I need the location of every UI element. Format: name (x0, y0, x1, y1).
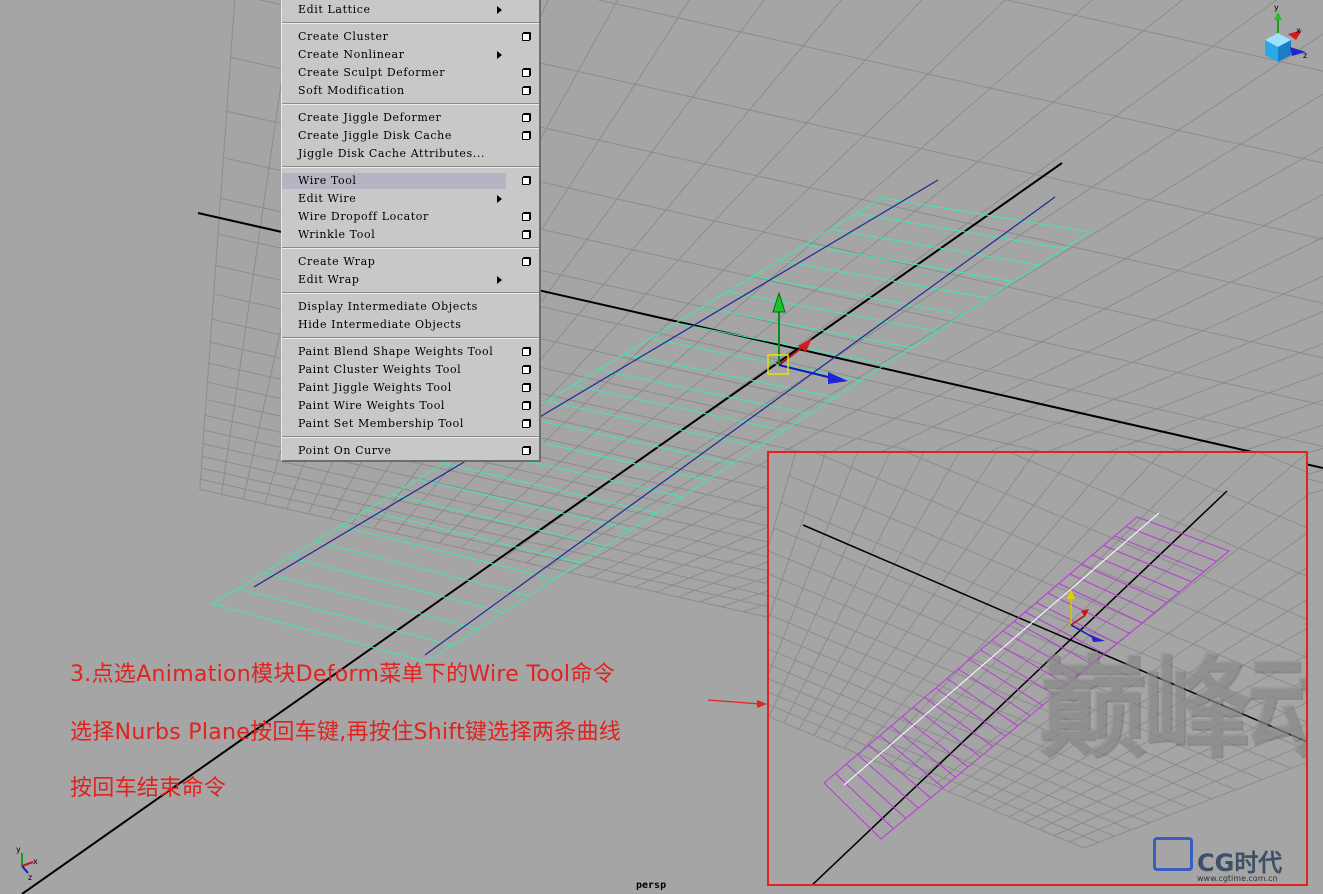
menu-item-point-on-curve[interactable]: Point On Curve (282, 443, 506, 459)
plane-span-line (834, 773, 894, 830)
menu-item-create-cluster[interactable]: Create Cluster (282, 29, 506, 45)
plane-span-line (856, 213, 1065, 250)
plane-span-line (237, 587, 453, 646)
option-box-icon[interactable] (522, 33, 530, 41)
grid-line (933, 453, 1308, 463)
option-box-icon[interactable] (522, 420, 530, 428)
instruction-line-2: 选择Nurbs Plane按回车键,再按住Shift键选择两条曲线 (70, 720, 622, 745)
plane-span-line (913, 706, 981, 758)
option-box-icon[interactable] (522, 447, 530, 455)
grid-line (863, 453, 1308, 592)
option-box-icon[interactable] (522, 258, 530, 266)
plane-span-line (969, 659, 1043, 706)
menu-separator (282, 22, 539, 24)
option-box-icon[interactable] (522, 348, 530, 356)
option-box-icon[interactable] (522, 87, 530, 95)
menu-item-paint-jiggle-weights-tool[interactable]: Paint Jiggle Weights Tool (282, 380, 506, 396)
option-box-icon[interactable] (522, 69, 530, 77)
plane-span-line (778, 259, 989, 299)
menu-item-jiggle-disk-cache-attributes[interactable]: Jiggle Disk Cache Attributes... (282, 146, 506, 162)
plane-span-line (263, 572, 479, 630)
menu-item-paint-blend-shape-weights-tool[interactable]: Paint Blend Shape Weights Tool (282, 344, 506, 360)
plane-span-line (1069, 573, 1155, 614)
menu-separator (282, 166, 539, 168)
grid-line (1259, 453, 1306, 473)
svg-text:y: y (1274, 3, 1279, 12)
plane-span-line (366, 509, 581, 564)
option-box-icon[interactable] (522, 402, 530, 410)
plane-span-line (753, 275, 963, 316)
submenu-arrow-icon (497, 51, 502, 59)
plane-span-line (868, 744, 932, 799)
menu-separator (282, 103, 539, 105)
menu-item-paint-wire-weights-tool[interactable]: Paint Wire Weights Tool (282, 398, 506, 414)
option-box-icon[interactable] (522, 114, 530, 122)
menu-item-hide-intermediate-objects[interactable]: Hide Intermediate Objects (282, 317, 506, 333)
instruction-line-3: 按回车结束命令 (70, 776, 227, 801)
cgtime-url: www.cgtime.com.cn (1197, 874, 1278, 883)
plane-span-line (546, 400, 759, 448)
grid-line (769, 453, 827, 619)
plane-span-line (1125, 526, 1217, 562)
plane-span-line (314, 541, 530, 597)
option-box-icon[interactable] (522, 213, 530, 221)
result-inset: 巅峰动画 CG时代 www.cgtime.com.cn (767, 451, 1308, 886)
menu-item-paint-cluster-weights-tool[interactable]: Paint Cluster Weights Tool (282, 362, 506, 378)
view-cube-icon[interactable]: y x z (1265, 3, 1307, 62)
menu-item-create-sculpt-deformer[interactable]: Create Sculpt Deformer (282, 65, 506, 81)
option-box-icon[interactable] (522, 384, 530, 392)
menu-item-wire-dropoff-locator[interactable]: Wire Dropoff Locator (282, 209, 506, 225)
option-box-icon[interactable] (522, 366, 530, 374)
menu-item-create-jiggle-deformer[interactable]: Create Jiggle Deformer (282, 110, 506, 126)
option-box-icon[interactable] (522, 231, 530, 239)
menu-item-soft-modification[interactable]: Soft Modification (282, 83, 506, 99)
submenu-arrow-icon (497, 6, 502, 14)
menu-item-wire-tool[interactable]: Wire Tool (282, 173, 506, 189)
option-box-icon[interactable] (522, 132, 530, 140)
menu-separator (282, 247, 539, 249)
menu-item-edit-wrap[interactable]: Edit Wrap (282, 272, 506, 288)
plane-span-line (340, 525, 555, 580)
menu-item-edit-wire[interactable]: Edit Wire (282, 191, 506, 207)
svg-text:y: y (16, 845, 21, 854)
submenu-arrow-icon (497, 195, 502, 203)
cgtime-logo-text: CG时代 (1197, 849, 1283, 877)
svg-text:z: z (1303, 51, 1307, 60)
grid-line (905, 453, 1308, 514)
plane-span-line (946, 678, 1018, 727)
menu-separator (282, 337, 539, 339)
menu-item-wrinkle-tool[interactable]: Wrinkle Tool (282, 227, 506, 243)
menu-item-edit-lattice[interactable]: Edit Lattice (282, 2, 506, 18)
plane-span-line (392, 494, 606, 547)
studio-watermark: 巅峰动画 (1037, 644, 1306, 772)
svg-text:x: x (1296, 26, 1301, 35)
submenu-arrow-icon (497, 276, 502, 284)
svg-text:z: z (28, 873, 32, 882)
plane-span-line (846, 763, 907, 819)
menu-item-create-nonlinear[interactable]: Create Nonlinear (282, 47, 506, 63)
svg-text:x: x (33, 857, 38, 866)
menu-item-create-jiggle-disk-cache[interactable]: Create Jiggle Disk Cache (282, 128, 506, 144)
menu-item-display-intermediate-objects[interactable]: Display Intermediate Objects (282, 299, 506, 315)
instruction-line-1: 3.点选Animation模块Deform菜单下的Wire Tool命令 (70, 662, 615, 687)
axis-indicator-icon: y x z (16, 845, 38, 882)
cgtime-logo-icon (1153, 837, 1193, 871)
option-box-icon[interactable] (522, 177, 530, 185)
plane-span-line (830, 228, 1040, 266)
plane-span-line (857, 754, 919, 809)
menu-item-create-wrap[interactable]: Create Wrap (282, 254, 506, 270)
menu-separator (282, 436, 539, 438)
plane-span-line (1080, 564, 1168, 603)
camera-label: persp (636, 880, 667, 891)
menu-separator (282, 292, 539, 294)
menu-item-paint-set-membership-tool[interactable]: Paint Set Membership Tool (282, 416, 506, 432)
plane-span-line (624, 353, 836, 398)
annotation-arrow (707, 699, 767, 708)
plane-span-line (289, 556, 504, 613)
